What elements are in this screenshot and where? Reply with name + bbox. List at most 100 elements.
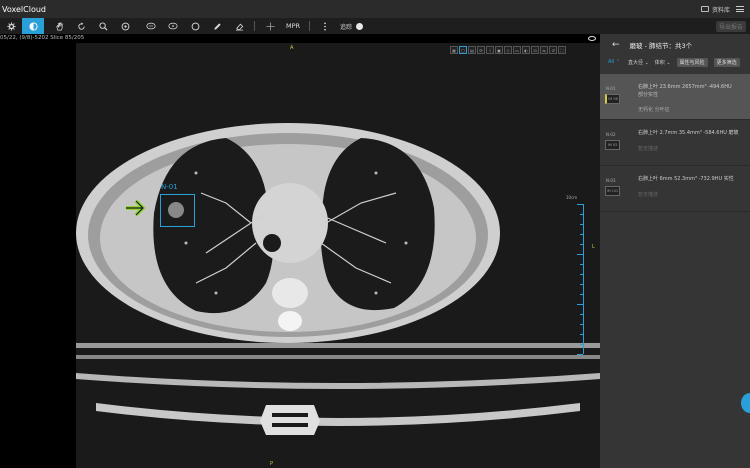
orientation-right: L (592, 244, 595, 250)
pan-button[interactable] (48, 18, 70, 34)
crop-icon[interactable]: ▣ (495, 46, 503, 54)
tracking-toggle[interactable] (356, 22, 366, 30)
ruler-label: 10cm (566, 195, 578, 200)
filter-more[interactable]: 更多筛选 (713, 57, 740, 67)
panel-title: 磨玻 - 肺结节：共3个 (629, 42, 693, 50)
gear-icon (6, 21, 16, 31)
filter-risk[interactable]: 属性与风险 (676, 57, 708, 67)
viewport-mini-toolbar: ▦ ▢ ▤ ⟳ i ▣ ◇ ▭ ◐ ⊡ ⇋ ↺ ⛶ (450, 46, 566, 54)
reset-icon[interactable]: ↺ (549, 46, 557, 54)
grid-icon[interactable]: ▤ (468, 46, 476, 54)
series-info: 05/22, (9/8)-5202 Slice 85/205 (0, 35, 85, 41)
crosshair-icon (265, 21, 275, 31)
more-button[interactable] (314, 18, 336, 34)
scale-ruler (577, 204, 584, 355)
ruler-tick (580, 234, 583, 235)
expand-icon[interactable]: ⛶ (558, 46, 566, 54)
ruler-tick (580, 284, 583, 285)
filter-volume[interactable]: 体积 ⌄ (655, 59, 671, 66)
rotate-button[interactable] (70, 18, 92, 34)
nodule-metrics: 右肺上叶 6mm 52.3mm³ -732.9HU 实性 (638, 176, 734, 182)
mpr-button[interactable]: MPR (281, 22, 305, 30)
app-title: VoxelCloud (2, 4, 46, 14)
ct-scan-image (76, 43, 600, 468)
fit-icon[interactable]: ⊡ (531, 46, 539, 54)
ruler-tick (580, 344, 583, 345)
nodule-list-item[interactable]: N-02 IM 92 右肺上叶 2.7mm 35.4mm³ -584.6HU 磨… (600, 120, 750, 166)
back-button[interactable]: ← (612, 40, 620, 50)
ruler-tick (580, 334, 583, 335)
view-icon[interactable]: ▢ (459, 46, 467, 54)
eraser-button[interactable] (228, 18, 250, 34)
pen-button[interactable] (206, 18, 228, 34)
export-report-button[interactable]: 导出报告 (715, 20, 746, 32)
info-icon[interactable]: i (486, 46, 494, 54)
invert-icon[interactable]: ◐ (522, 46, 530, 54)
flip-icon[interactable]: ⇋ (540, 46, 548, 54)
nodule-thumbnail: IM 102 (605, 186, 620, 196)
roi-button[interactable] (140, 18, 162, 34)
layout-icon[interactable]: ▦ (450, 46, 458, 54)
nodule-bounding-box[interactable] (160, 194, 195, 227)
library-icon (700, 6, 709, 12)
orientation-top: A (290, 45, 294, 51)
app-root: VoxelCloud 资料库 MPR 追踪 导出报告 05/22, (9/8)-… (0, 0, 750, 468)
nodule-features: 无钙化 分叶征 (638, 107, 670, 113)
ruler-tick (580, 274, 583, 275)
filter-bar: All ⌃ 直大径 ⌄ 体积 ⌄ 属性与风险 更多筛选 (600, 56, 750, 68)
ruler-tick (580, 324, 583, 325)
menu-icon[interactable] (736, 6, 744, 12)
hand-icon (55, 22, 63, 30)
orientation-bottom: P (270, 461, 274, 467)
library-button[interactable]: 资料库 (700, 5, 730, 14)
nodule-description: 暂无描述 (638, 146, 659, 152)
settings-button[interactable] (0, 18, 22, 34)
zoom-icon (98, 21, 107, 30)
tag-icon[interactable]: ◇ (504, 46, 512, 54)
tracking-toggle-label: 追踪 (340, 23, 353, 31)
nodule-list-item[interactable]: N-01 IM 98 右肺上叶 23.6mm 2657mm³ -494.6HU … (600, 74, 750, 120)
nodule-thumbnail: IM 98 (605, 94, 620, 104)
nodule-arrow-icon (126, 199, 146, 217)
nodule-list: N-01 IM 98 右肺上叶 23.6mm 2657mm³ -494.6HU … (600, 74, 750, 212)
pen-icon (213, 22, 221, 30)
ruler-tick (580, 214, 583, 215)
contrast-icon (28, 21, 38, 31)
ruler-tick (577, 254, 583, 255)
title-bar-right: 资料库 (700, 5, 750, 14)
roi-icon (146, 22, 156, 30)
nodule-metrics: 右肺上叶 23.6mm 2657mm³ -494.6HU (638, 84, 732, 90)
ruler-tick (580, 264, 583, 265)
ruler-tick (577, 354, 583, 355)
ct-image-panel[interactable] (76, 43, 600, 468)
image-viewport[interactable]: 05/22, (9/8)-5202 Slice 85/205 A P L ▦ ▢… (0, 34, 600, 468)
nodule-id: N-02 (606, 132, 616, 137)
main-toolbar: MPR 追踪 导出报告 (0, 18, 750, 34)
nodule-thumbnail: IM 92 (605, 140, 620, 150)
ellipse-roi-button[interactable] (162, 18, 184, 34)
filter-all[interactable]: All ⌃ (608, 59, 620, 65)
ruler-tick (580, 314, 583, 315)
filter-diameter[interactable]: 直大径 ⌄ (628, 59, 649, 66)
more-vertical-icon (324, 22, 326, 30)
library-label: 资料库 (711, 6, 730, 14)
eraser-icon (235, 23, 243, 30)
rotate-icon (77, 21, 85, 30)
window-level-button[interactable] (22, 18, 44, 34)
nodule-list-item[interactable]: N-03 IM 102 右肺上叶 6mm 52.3mm³ -732.9HU 实性… (600, 166, 750, 212)
nodule-description: 暂无描述 (638, 192, 659, 198)
target-icon (121, 22, 129, 30)
toggle-knob (356, 22, 364, 30)
ruler-icon[interactable]: ▭ (513, 46, 521, 54)
nodule-id: N-03 (606, 178, 616, 183)
nodule-id: N-01 (606, 86, 616, 91)
nodule-type: 部分实性 (638, 92, 659, 98)
ellipse-icon (168, 22, 178, 30)
crosshair-button[interactable] (259, 18, 281, 34)
eye-icon[interactable] (588, 36, 596, 41)
circle-button[interactable] (184, 18, 206, 34)
nodule-metrics: 右肺上叶 2.7mm 35.4mm³ -584.6HU 磨玻 (638, 130, 739, 136)
target-button[interactable] (114, 18, 136, 34)
sync-icon[interactable]: ⟳ (477, 46, 485, 54)
zoom-button[interactable] (92, 18, 114, 34)
